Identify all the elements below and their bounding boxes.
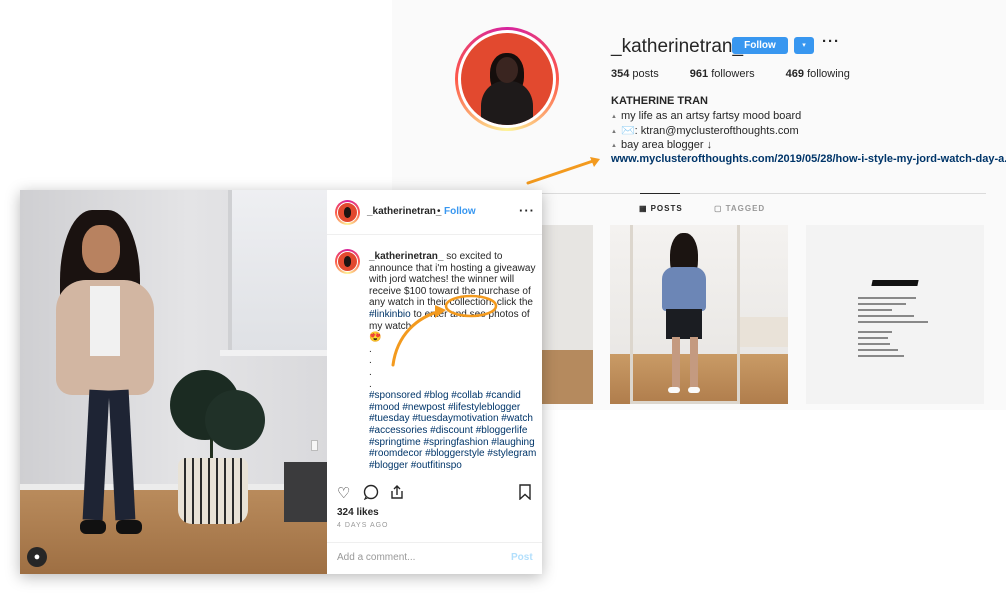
tab-tagged[interactable]: ▢ TAGGED (714, 204, 765, 213)
bio-bullet-icon: ▲ (611, 114, 617, 120)
comment-icon[interactable] (363, 484, 379, 504)
bookmark-icon[interactable] (518, 484, 532, 504)
bio-line: ▲ my life as an artsy fartsy mood board (611, 110, 802, 122)
person-tag-icon[interactable]: ● (27, 547, 47, 567)
posts-stat: 354 posts (611, 68, 659, 80)
posts-label: posts (632, 68, 659, 80)
followers-label: followers (711, 68, 755, 80)
wall-outlet (311, 440, 318, 451)
post-comment-button[interactable]: Post (511, 552, 533, 563)
post-author-username[interactable]: _katherinetran_ (367, 206, 441, 217)
profile-full-name: KATHERINE TRAN (611, 95, 708, 107)
tagged-icon: ▢ (714, 204, 723, 213)
profile-more-options-icon[interactable]: ··· (822, 33, 840, 50)
bio-line: ▲ ✉️: ktran@myclusterofthoughts.com (611, 125, 799, 137)
caption-area: _katherinetran_ so excited to announce t… (327, 235, 542, 475)
posts-count: 354 (611, 68, 630, 80)
tabs-divider (542, 193, 986, 194)
following-stat[interactable]: 469 following (786, 68, 850, 80)
poem-title-strip (871, 280, 919, 286)
followers-count: 961 (689, 68, 709, 80)
grid-post-2[interactable] (610, 225, 788, 404)
post-actions: ♡ (327, 480, 542, 510)
grid-icon: ▦ (639, 204, 648, 213)
profile-stats: 354 posts 961 followers 469 following (611, 68, 878, 80)
post-photo[interactable]: ● (20, 190, 327, 574)
followers-stat[interactable]: 961 followers (690, 68, 755, 80)
profile-username: _katherinetran_ (611, 36, 744, 57)
profile-photo (461, 33, 553, 125)
grid-post-3[interactable] (806, 225, 984, 404)
plant-basket (178, 458, 248, 524)
bio-link[interactable]: www.myclusterofthoughts.com/2019/05/28/h… (611, 153, 1006, 165)
post-header: _katherinetran_ • Follow ··· (327, 190, 542, 235)
post-author-avatar[interactable] (335, 200, 360, 225)
post-timestamp: 4 DAYS AGO (337, 522, 389, 529)
separator-dot: • (437, 206, 441, 217)
following-count: 469 (785, 68, 805, 80)
post-more-options-icon[interactable]: ··· (519, 203, 535, 218)
follow-button[interactable]: Follow (732, 37, 788, 54)
bio-line: ▲ bay area blogger ↓ (611, 139, 713, 151)
post-sidebar: _katherinetran_ • Follow ··· _katherinet… (327, 190, 542, 574)
grid-post-1[interactable] (542, 225, 593, 404)
profile-avatar[interactable] (455, 27, 559, 131)
linkinbio-annotation (391, 294, 498, 367)
post-follow-button[interactable]: Follow (444, 206, 476, 217)
comment-input[interactable] (337, 552, 497, 563)
likes-count[interactable]: 324 likes (337, 507, 379, 518)
post-modal: ● _katherinetran_ • Follow ··· _katherin… (20, 190, 542, 574)
bio-bullet-icon: ▲ (611, 129, 617, 135)
comment-box: Post (327, 542, 542, 574)
bio-bullet-icon: ▲ (611, 143, 617, 149)
active-tab-indicator (640, 193, 680, 194)
tab-posts[interactable]: ▦ POSTS (639, 204, 683, 213)
heart-icon[interactable]: ♡ (337, 484, 350, 502)
following-label: following (807, 68, 850, 80)
follow-dropdown-button[interactable]: ▾ (794, 37, 814, 54)
share-icon[interactable] (389, 484, 405, 504)
